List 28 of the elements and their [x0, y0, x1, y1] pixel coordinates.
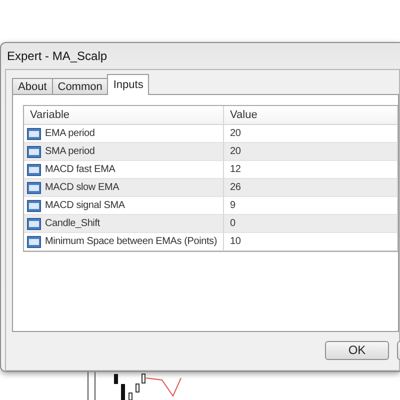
- number-icon: [27, 164, 41, 176]
- tab[interactable]: Common: [52, 78, 108, 95]
- variable-name: Candle_Shift: [45, 218, 100, 229]
- number-icon: [27, 182, 41, 194]
- variable-value[interactable]: 0: [230, 218, 236, 229]
- number-icon: [27, 128, 41, 140]
- number-icon: [27, 146, 41, 158]
- variable-name: EMA period: [45, 128, 95, 139]
- variable-value[interactable]: 20: [230, 128, 241, 139]
- window-title: Expert - MA_Scalp: [6, 48, 108, 65]
- variable-value[interactable]: 20: [230, 146, 241, 157]
- column-header[interactable]: Variable: [24, 106, 224, 125]
- tab[interactable]: About: [12, 78, 53, 95]
- variable-name: Minimum Space between EMAs (Points): [45, 236, 217, 247]
- variable-value[interactable]: 9: [230, 200, 236, 211]
- variable-name: MACD fast EMA: [45, 164, 116, 175]
- number-icon: [27, 200, 41, 212]
- variable-name: MACD signal SMA: [45, 200, 125, 211]
- number-icon: [27, 236, 41, 248]
- number-icon: [27, 218, 41, 230]
- variable-name: SMA period: [45, 146, 95, 157]
- variable-value[interactable]: 12: [230, 164, 241, 175]
- tab[interactable]: Inputs: [107, 74, 150, 95]
- variable-value[interactable]: 10: [230, 236, 241, 247]
- variable-value[interactable]: 26: [230, 182, 241, 193]
- column-header[interactable]: Value: [224, 106, 398, 125]
- variable-name: MACD slow EMA: [45, 182, 120, 193]
- ok-button[interactable]: OK: [325, 340, 389, 360]
